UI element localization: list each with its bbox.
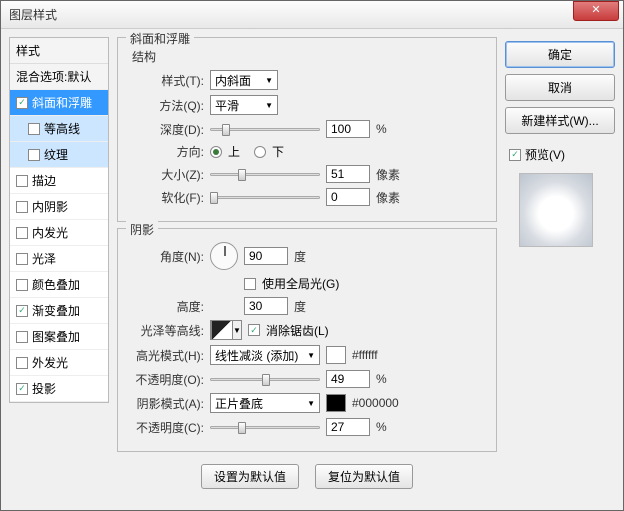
depth-input[interactable] <box>326 120 370 138</box>
soften-input[interactable] <box>326 188 370 206</box>
direction-down-radio[interactable] <box>254 146 266 158</box>
style-item-pattern-overlay[interactable]: 图案叠加 <box>10 324 108 350</box>
blend-options-item[interactable]: 混合选项:默认 <box>10 64 108 90</box>
direction-up-radio[interactable] <box>210 146 222 158</box>
depth-unit: % <box>376 122 387 136</box>
shadow-hex: #000000 <box>352 396 399 410</box>
make-default-button[interactable]: 设置为默认值 <box>201 464 299 489</box>
style-item-outer-glow[interactable]: 外发光 <box>10 350 108 376</box>
technique-label: 方法(Q): <box>128 97 204 114</box>
style-item-texture[interactable]: 纹理 <box>10 142 108 168</box>
shadow-color-swatch[interactable] <box>326 394 346 412</box>
altitude-input[interactable] <box>244 297 288 315</box>
styles-panel: 样式 混合选项:默认 斜面和浮雕 等高线 纹理 描边 内阴影 内发光 光泽 颜色… <box>9 37 109 502</box>
style-item-drop-shadow[interactable]: 投影 <box>10 376 108 402</box>
chevron-down-icon: ▼ <box>265 76 273 85</box>
style-item-satin[interactable]: 光泽 <box>10 246 108 272</box>
shadow-opacity-label: 不透明度(C): <box>128 419 204 436</box>
checkbox-icon[interactable] <box>16 331 28 343</box>
checkbox-icon[interactable] <box>16 253 28 265</box>
soften-unit: 像素 <box>376 189 400 206</box>
gloss-contour-label: 光泽等高线: <box>128 322 204 339</box>
antialias-label: 消除锯齿(L) <box>266 322 329 339</box>
depth-slider[interactable] <box>210 122 320 136</box>
altitude-label: 高度: <box>128 298 204 315</box>
style-label: 样式(T): <box>128 72 204 89</box>
highlight-opacity-slider[interactable] <box>210 372 320 386</box>
checkbox-icon[interactable] <box>28 123 40 135</box>
size-slider[interactable] <box>210 167 320 181</box>
angle-input[interactable] <box>244 247 288 265</box>
soften-label: 软化(F): <box>128 189 204 206</box>
right-panel: 确定 取消 新建样式(W)... 预览(V) <box>505 37 615 502</box>
highlight-mode-label: 高光模式(H): <box>128 347 204 364</box>
style-item-stroke[interactable]: 描边 <box>10 168 108 194</box>
chevron-down-icon: ▼ <box>233 326 241 335</box>
cancel-button[interactable]: 取消 <box>505 74 615 101</box>
highlight-opacity-label: 不透明度(O): <box>128 371 204 388</box>
ok-button[interactable]: 确定 <box>505 41 615 68</box>
new-style-button[interactable]: 新建样式(W)... <box>505 107 615 134</box>
global-light-checkbox[interactable] <box>244 278 256 290</box>
shadow-mode-label: 阴影模式(A): <box>128 395 204 412</box>
close-button[interactable]: ✕ <box>573 1 619 21</box>
style-item-contour[interactable]: 等高线 <box>10 116 108 142</box>
checkbox-icon[interactable] <box>16 357 28 369</box>
reset-default-button[interactable]: 复位为默认值 <box>315 464 413 489</box>
style-item-bevel[interactable]: 斜面和浮雕 <box>10 90 108 116</box>
checkbox-icon[interactable] <box>16 279 28 291</box>
gloss-contour-select[interactable]: ▼ <box>210 320 242 340</box>
preview-thumbnail <box>519 173 593 247</box>
styles-header: 样式 <box>10 38 108 64</box>
bevel-legend: 斜面和浮雕 <box>126 30 194 47</box>
bevel-fieldset: 斜面和浮雕 结构 样式(T): 内斜面▼ 方法(Q): 平滑▼ 深度(D): % <box>117 37 497 222</box>
structure-title: 结构 <box>132 48 486 65</box>
soften-slider[interactable] <box>210 190 320 204</box>
size-unit: 像素 <box>376 166 400 183</box>
style-item-inner-shadow[interactable]: 内阴影 <box>10 194 108 220</box>
highlight-color-swatch[interactable] <box>326 346 346 364</box>
highlight-opacity-input[interactable] <box>326 370 370 388</box>
global-light-label: 使用全局光(G) <box>262 275 339 292</box>
shading-legend: 阴影 <box>126 221 158 238</box>
checkbox-icon[interactable] <box>16 175 28 187</box>
angle-label: 角度(N): <box>128 248 204 265</box>
checkbox-icon[interactable] <box>16 383 28 395</box>
window-title: 图层样式 <box>5 6 573 23</box>
size-input[interactable] <box>326 165 370 183</box>
style-select[interactable]: 内斜面▼ <box>210 70 278 90</box>
antialias-checkbox[interactable] <box>248 324 260 336</box>
highlight-mode-select[interactable]: 线性减淡 (添加)▼ <box>210 345 320 365</box>
checkbox-icon[interactable] <box>16 227 28 239</box>
depth-label: 深度(D): <box>128 121 204 138</box>
checkbox-icon[interactable] <box>16 201 28 213</box>
direction-label: 方向: <box>128 143 204 160</box>
layer-style-dialog: 图层样式 ✕ 样式 混合选项:默认 斜面和浮雕 等高线 纹理 描边 内阴影 内发… <box>0 0 624 511</box>
checkbox-icon[interactable] <box>28 149 40 161</box>
titlebar[interactable]: 图层样式 ✕ <box>1 1 623 29</box>
settings-panel: 斜面和浮雕 结构 样式(T): 内斜面▼ 方法(Q): 平滑▼ 深度(D): % <box>117 37 497 502</box>
technique-select[interactable]: 平滑▼ <box>210 95 278 115</box>
shadow-opacity-input[interactable] <box>326 418 370 436</box>
highlight-hex: #ffffff <box>352 348 378 362</box>
chevron-down-icon: ▼ <box>307 351 315 360</box>
shadow-mode-select[interactable]: 正片叠底▼ <box>210 393 320 413</box>
preview-checkbox[interactable] <box>509 149 521 161</box>
contour-icon <box>211 320 233 340</box>
checkbox-icon[interactable] <box>16 97 28 109</box>
angle-dial[interactable] <box>210 242 238 270</box>
shadow-opacity-slider[interactable] <box>210 420 320 434</box>
style-item-color-overlay[interactable]: 颜色叠加 <box>10 272 108 298</box>
size-label: 大小(Z): <box>128 166 204 183</box>
chevron-down-icon: ▼ <box>265 101 273 110</box>
style-item-inner-glow[interactable]: 内发光 <box>10 220 108 246</box>
preview-label: 预览(V) <box>525 146 565 163</box>
style-item-gradient-overlay[interactable]: 渐变叠加 <box>10 298 108 324</box>
chevron-down-icon: ▼ <box>307 399 315 408</box>
shading-fieldset: 阴影 角度(N): 度 使用全局光(G) 高度: 度 <box>117 228 497 452</box>
checkbox-icon[interactable] <box>16 305 28 317</box>
